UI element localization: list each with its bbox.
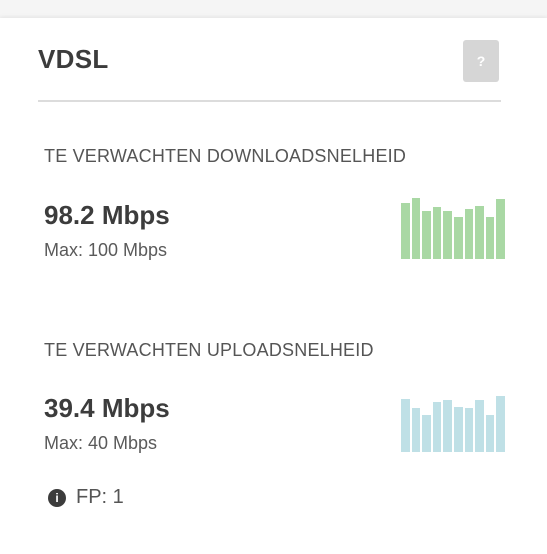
card-title: VDSL <box>38 44 109 74</box>
download-bar <box>475 205 484 259</box>
download-bar <box>453 216 463 259</box>
upload-max: Max: 40 Mbps <box>44 433 158 453</box>
download-speed: 98.2 Mbps <box>44 200 170 230</box>
download-bar <box>485 216 495 259</box>
fp-info: i FP: 1 <box>48 486 124 509</box>
upload-bar <box>422 414 431 452</box>
upload-bar <box>485 414 495 452</box>
upload-bar <box>443 400 452 452</box>
download-bar <box>496 199 505 259</box>
question-icon: ? <box>476 53 486 69</box>
upload-bar <box>432 401 442 452</box>
upload-bar <box>475 400 484 452</box>
upload-bar <box>453 406 463 452</box>
info-icon: i <box>48 488 66 507</box>
download-bar <box>443 210 452 259</box>
upload-bar <box>401 398 410 452</box>
vdsl-card: VDSL ? TE VERWACHTEN DOWNLOADSNELHEID 98… <box>0 18 547 554</box>
download-max: Max: 100 Mbps <box>44 240 168 260</box>
download-bar-chart <box>401 198 505 259</box>
download-label: TE VERWACHTEN DOWNLOADSNELHEID <box>44 146 407 166</box>
download-bar <box>401 202 410 259</box>
upload-bar <box>496 395 505 452</box>
fp-text: FP: 1 <box>76 486 124 508</box>
download-bar <box>422 210 431 259</box>
download-bar <box>411 198 421 259</box>
upload-bar-chart <box>401 391 505 452</box>
upload-bar <box>464 408 474 452</box>
upload-bar <box>411 408 421 452</box>
upload-label: TE VERWACHTEN UPLOADSNELHEID <box>44 340 374 360</box>
upload-speed: 39.4 Mbps <box>44 393 170 423</box>
download-bar <box>464 208 474 259</box>
divider <box>38 100 501 102</box>
download-bar <box>432 207 442 259</box>
help-button[interactable]: ? <box>463 40 499 82</box>
